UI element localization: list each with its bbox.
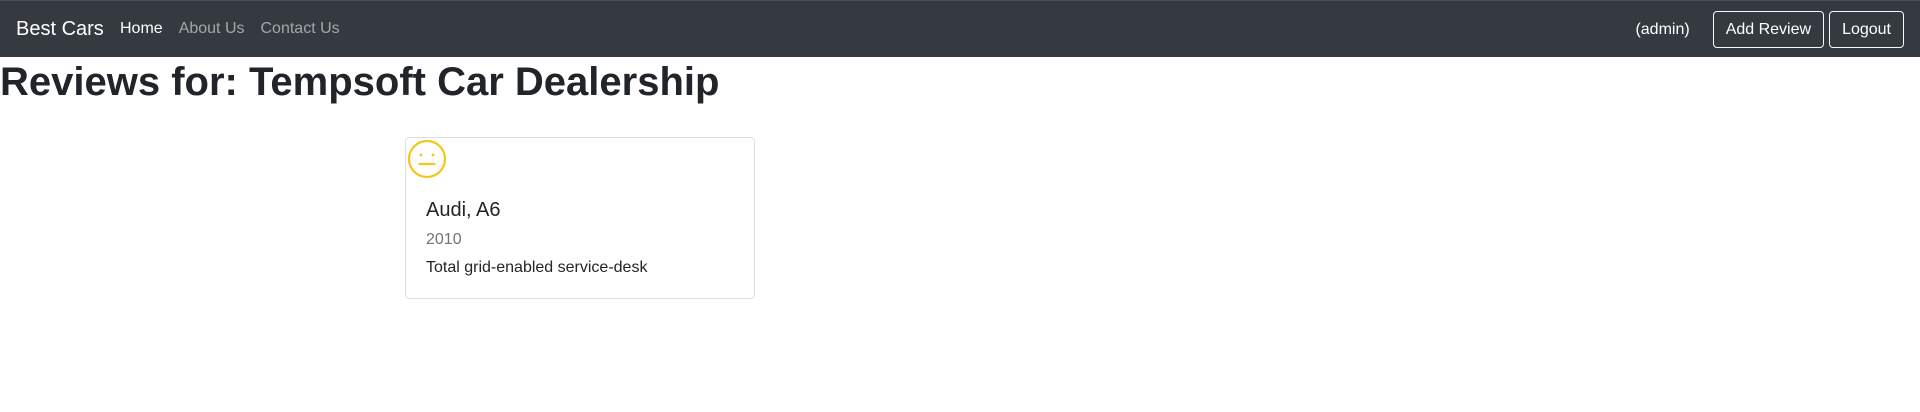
nav-link-contact-us[interactable]: Contact Us xyxy=(261,19,340,39)
page-title: Reviews for: Tempsoft Car Dealership xyxy=(0,60,720,104)
review-car-year: 2010 xyxy=(426,231,462,248)
nav-link-home[interactable]: Home xyxy=(120,19,163,39)
brand-link[interactable]: Best Cars xyxy=(16,17,104,41)
logout-button[interactable]: Logout xyxy=(1829,11,1904,48)
nav-link-about-us[interactable]: About Us xyxy=(179,19,245,39)
review-card: Audi, A6 2010 Total grid-enabled service… xyxy=(405,137,755,299)
add-review-button[interactable]: Add Review xyxy=(1712,11,1825,48)
review-text: Total grid-enabled service-desk xyxy=(426,259,648,276)
navbar: Best Cars Home About Us Contact Us (admi… xyxy=(0,0,1920,57)
neutral-face-icon xyxy=(407,139,447,179)
nav-right: (admin) Add Review Logout xyxy=(1635,11,1904,48)
user-label: (admin) xyxy=(1635,20,1690,38)
review-car-title: Audi, A6 xyxy=(426,199,501,221)
nav-links: Home About Us Contact Us xyxy=(120,19,356,39)
